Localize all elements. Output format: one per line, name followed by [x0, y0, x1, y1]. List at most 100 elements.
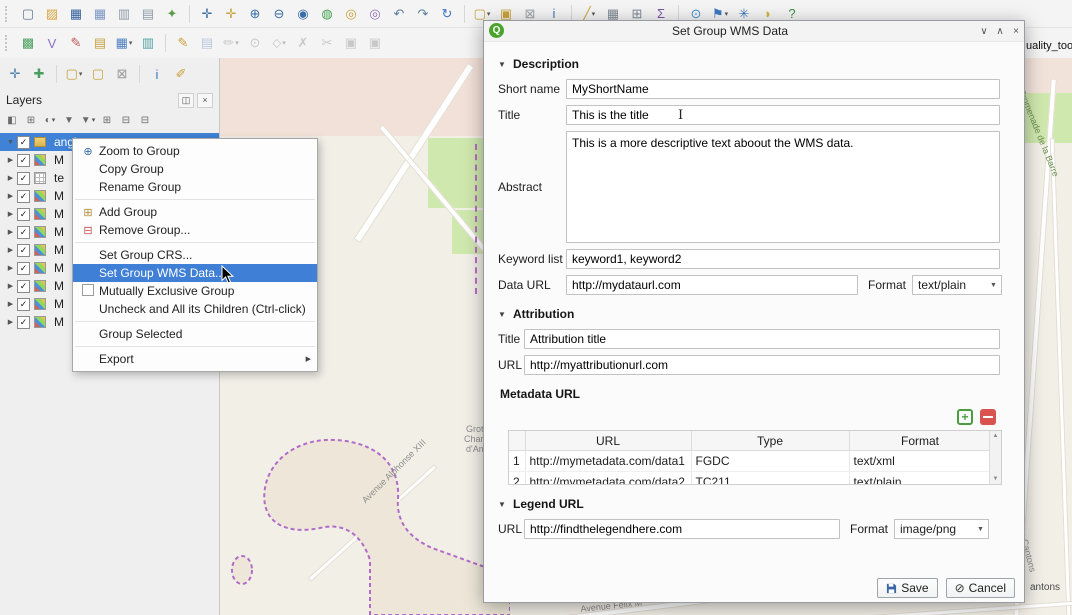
legend-url-input[interactable]	[524, 519, 840, 539]
add-metadata-row-button[interactable]: +	[957, 409, 973, 425]
save-layer-edits-icon[interactable]: ▤	[196, 32, 218, 54]
dialog-titlebar[interactable]: Q Set Group WMS Data ∨ ∧ ×	[484, 21, 1024, 42]
filter-legend-icon[interactable]: ▼	[61, 112, 77, 128]
menu-item-add-group[interactable]: ⊞Add Group	[73, 203, 317, 221]
cut-features-icon[interactable]: ✂	[316, 32, 338, 54]
expand-arrow-icon[interactable]: ▶	[4, 300, 17, 308]
menu-item-set-group-wms-data[interactable]: Set Group WMS Data...	[73, 264, 317, 282]
layer-checkbox[interactable]: ✓	[17, 280, 30, 293]
expand-arrow-icon[interactable]: ▶	[4, 264, 17, 272]
project-save-as-icon[interactable]: ▦	[89, 3, 111, 25]
layer-checkbox[interactable]: ✓	[17, 316, 30, 329]
new-geopackage-layer-icon[interactable]: ✎	[65, 32, 87, 54]
layer-checkbox[interactable]: ✓	[17, 298, 30, 311]
menu-item-rename-group[interactable]: Rename Group	[73, 178, 317, 196]
section-collapse-icon[interactable]: ▼	[498, 310, 508, 319]
metadata-table[interactable]: URL Type Format 1http://mymetadata.com/d…	[509, 431, 992, 485]
data-source-manager-icon[interactable]: ▩	[17, 32, 39, 54]
manage-map-themes-icon[interactable]: ◐	[42, 112, 58, 128]
select-rectangle-icon[interactable]: ▢	[63, 63, 85, 85]
paste-features-icon[interactable]: ▣	[364, 32, 386, 54]
metadata-row[interactable]: 1http://mymetadata.com/data1FGDCtext/xml	[509, 451, 991, 472]
menu-item-remove-group[interactable]: ⊟Remove Group...	[73, 221, 317, 239]
keyword-list-input[interactable]	[566, 249, 1000, 269]
zoom-next-icon[interactable]: ↷	[412, 3, 434, 25]
menu-item-copy-group[interactable]: Copy Group	[73, 160, 317, 178]
expand-arrow-icon[interactable]: ▶	[4, 156, 17, 164]
metadata-table-scrollbar[interactable]: ▲ ▼	[989, 431, 1001, 484]
expand-arrow-icon[interactable]: ▶	[4, 174, 17, 182]
project-new-icon[interactable]: ▢	[17, 3, 39, 25]
remove-metadata-row-button[interactable]	[980, 409, 996, 425]
menu-item-zoom-to-group[interactable]: ⊕Zoom to Group	[73, 142, 317, 160]
expand-arrow-icon[interactable]: ▶	[4, 192, 17, 200]
panel-float-icon[interactable]: ◫	[178, 93, 194, 108]
layer-checkbox[interactable]: ✓	[17, 190, 30, 203]
expand-arrow-icon[interactable]: ▶	[4, 210, 17, 218]
new-shapefile-layer-icon[interactable]: ▤	[89, 32, 111, 54]
style-manager-icon[interactable]: ✦	[161, 3, 183, 25]
expand-arrow-icon[interactable]: ▶	[4, 318, 17, 326]
pan-map-icon[interactable]: ✛	[196, 3, 218, 25]
select-freehand-icon[interactable]: ▢	[87, 63, 109, 85]
toggle-editing-icon[interactable]: ✎	[172, 32, 194, 54]
delete-selected-icon[interactable]: ✗	[292, 32, 314, 54]
invert-selection-icon[interactable]: ⊠	[111, 63, 133, 85]
add-group-icon[interactable]: ⊞	[23, 112, 39, 128]
new-grid-layer-icon[interactable]: ▦	[113, 32, 135, 54]
dialog-close-icon[interactable]: ×	[1008, 26, 1024, 37]
menu-item-set-group-crs[interactable]: Set Group CRS...	[73, 246, 317, 264]
menu-item-group-selected[interactable]: Group Selected	[73, 325, 317, 343]
new-vector-layer-icon[interactable]: V	[41, 32, 63, 54]
zoom-to-selection-icon[interactable]: ◎	[340, 3, 362, 25]
layer-checkbox[interactable]: ✓	[17, 154, 30, 167]
dialog-dock-icon[interactable]: ∧	[992, 26, 1008, 37]
short-name-input[interactable]	[566, 79, 1000, 99]
data-url-input[interactable]	[566, 275, 858, 295]
move-feature-icon[interactable]: ✛	[4, 63, 26, 85]
options-wrench-icon[interactable]: ✐	[170, 63, 192, 85]
scroll-down-icon[interactable]: ▼	[993, 474, 999, 484]
toolbar-handle[interactable]	[5, 35, 11, 51]
metadata-row[interactable]: 2http://mymetadata.com/data2TC211text/pl…	[509, 472, 991, 486]
expand-all-icon[interactable]: ⊞	[99, 112, 115, 128]
add-record-icon[interactable]: ⊙	[244, 32, 266, 54]
layer-checkbox[interactable]: ✓	[17, 208, 30, 221]
remove-layer-group-icon[interactable]: ⊟	[137, 112, 153, 128]
zoom-to-layer-icon[interactable]: ◎	[364, 3, 386, 25]
expand-arrow-icon[interactable]: ▶	[4, 246, 17, 254]
copy-features-icon[interactable]: ▣	[340, 32, 362, 54]
abstract-textarea[interactable]: This is a more descriptive text aboout t…	[566, 131, 1000, 243]
attribution-url-input[interactable]	[524, 355, 1000, 375]
panel-close-icon[interactable]: ×	[197, 93, 213, 108]
new-mesh-layer-icon[interactable]: ▥	[137, 32, 159, 54]
identify-icon[interactable]: i	[146, 63, 168, 85]
filter-by-expression-icon[interactable]: ▼	[80, 112, 96, 128]
collapse-arrow-icon[interactable]: ▼	[4, 139, 17, 146]
toolbar-handle[interactable]	[5, 6, 11, 22]
menu-item-uncheck-and-all-its-children-ctrl-click[interactable]: Uncheck and All its Children (Ctrl-click…	[73, 300, 317, 318]
dialog-collapse-icon[interactable]: ∨	[976, 26, 992, 37]
map-refresh-icon[interactable]: ↻	[436, 3, 458, 25]
menu-item-mutually-exclusive-group[interactable]: Mutually Exclusive Group	[73, 282, 317, 300]
zoom-in-icon[interactable]: ⊕	[244, 3, 266, 25]
layer-styling-icon[interactable]: ◧	[4, 112, 20, 128]
collapse-all-icon[interactable]: ⊟	[118, 112, 134, 128]
vertex-tool-icon[interactable]: ⬦	[268, 32, 290, 54]
layer-checkbox[interactable]: ✓	[17, 136, 30, 149]
zoom-full-icon[interactable]: ◍	[316, 3, 338, 25]
title-input[interactable]	[566, 105, 1000, 125]
attribution-title-input[interactable]	[524, 329, 1000, 349]
digitize-with-segment-icon[interactable]: ✏	[220, 32, 242, 54]
cancel-button[interactable]: ⊘ Cancel	[946, 578, 1015, 598]
expand-arrow-icon[interactable]: ▶	[4, 282, 17, 290]
layer-checkbox[interactable]: ✓	[17, 244, 30, 257]
legend-format-select[interactable]: image/png ▼	[894, 519, 989, 539]
expand-arrow-icon[interactable]: ▶	[4, 228, 17, 236]
zoom-out-icon[interactable]: ⊖	[268, 3, 290, 25]
layer-checkbox[interactable]: ✓	[17, 172, 30, 185]
project-save-icon[interactable]: ▦	[65, 3, 87, 25]
menu-item-export[interactable]: Export▶	[73, 350, 317, 368]
data-url-format-select[interactable]: text/plain ▼	[912, 275, 1002, 295]
new-print-layout-icon[interactable]: ▥	[113, 3, 135, 25]
